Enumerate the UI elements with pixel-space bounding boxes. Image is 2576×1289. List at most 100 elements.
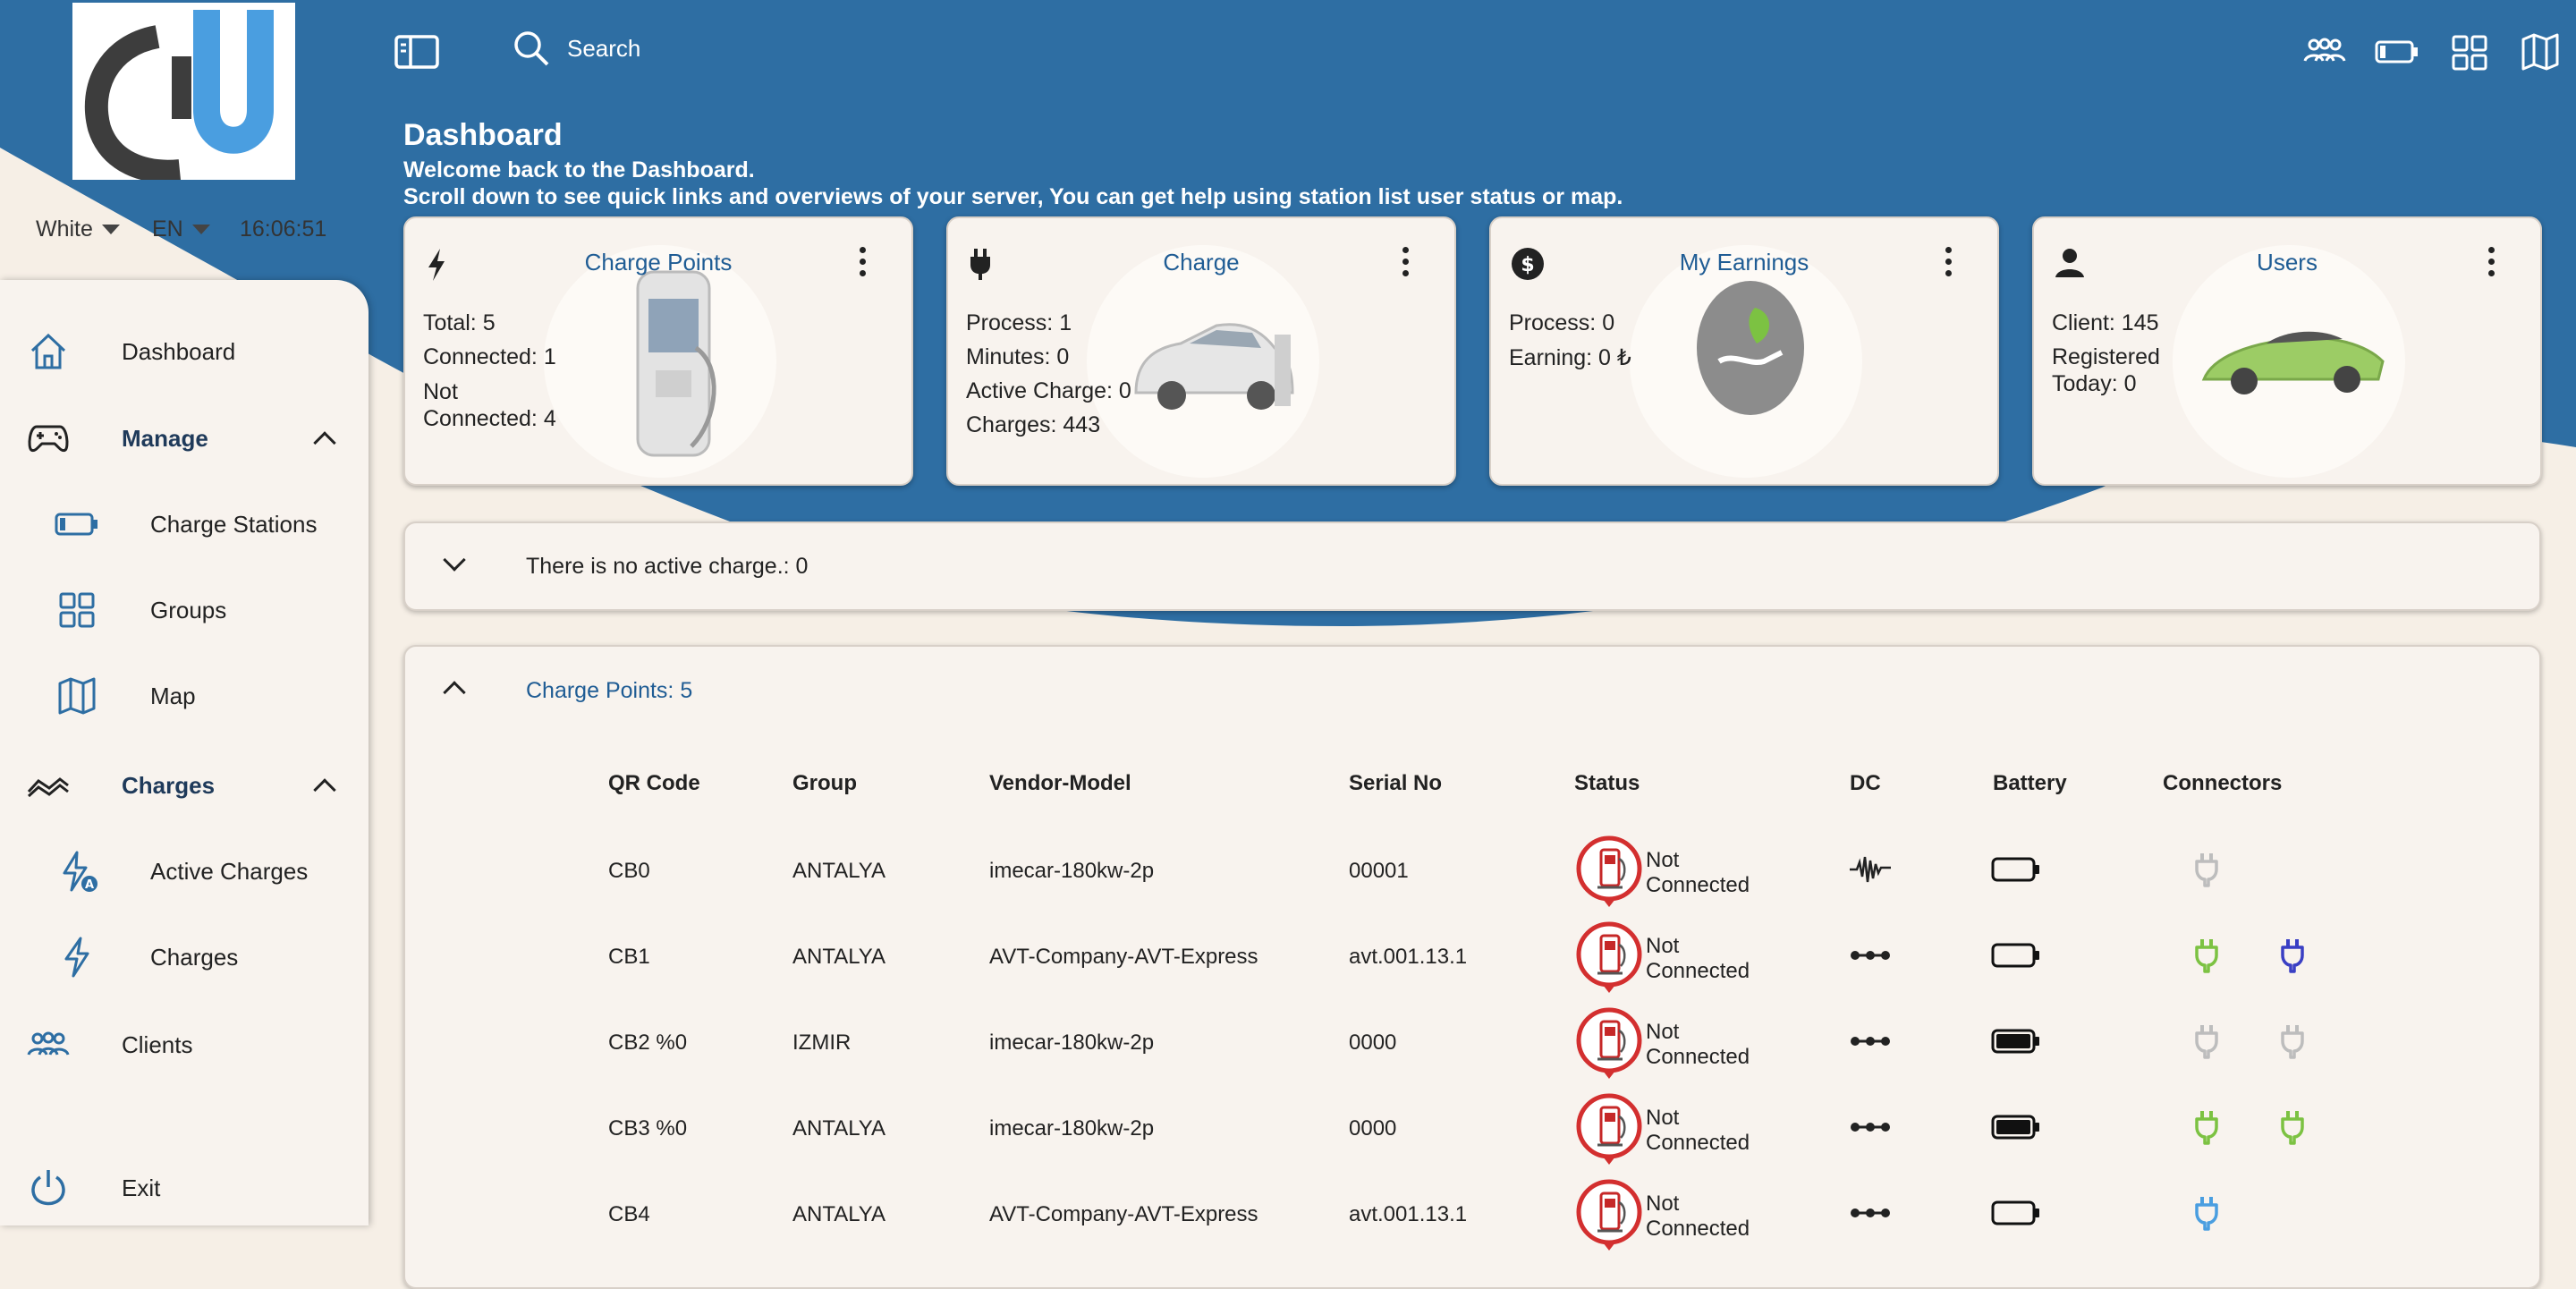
connector-plug-icon[interactable] xyxy=(2193,1109,2220,1149)
search-box[interactable]: Search xyxy=(512,29,640,68)
cell-serial: avt.001.13.1 xyxy=(1349,945,1468,969)
col-header-serial[interactable]: Serial No xyxy=(1349,771,1442,796)
sidebar-item-charge-stations[interactable]: Charge Stations xyxy=(0,497,369,551)
cell-qr: CB3 %0 xyxy=(608,1116,688,1141)
battery-icon xyxy=(54,501,100,547)
cell-group: ANTALYA xyxy=(792,1116,886,1141)
connector-plug-icon[interactable] xyxy=(2193,1195,2220,1235)
sidebar-item-clients[interactable]: Clients xyxy=(0,1018,369,1072)
card-line: Connected: 4 xyxy=(423,406,556,431)
more-vert-icon[interactable] xyxy=(1402,247,1410,282)
trend-icon xyxy=(25,762,72,809)
cell-group: ANTALYA xyxy=(792,859,886,883)
sidebar-item-groups[interactable]: Groups xyxy=(0,583,369,637)
cell-qr: CB1 xyxy=(608,945,650,969)
status-disconnected-icon xyxy=(1576,921,1646,999)
sidebar-item-label: Exit xyxy=(122,1174,161,1201)
more-vert-icon[interactable] xyxy=(1945,247,1953,282)
bolt-icon xyxy=(54,934,100,980)
card-charge-points[interactable]: Charge Points Total: 5 Connected: 1 Not … xyxy=(403,216,913,486)
col-header-dc[interactable]: DC xyxy=(1850,771,1881,796)
clock-text: 16:06:51 xyxy=(240,216,327,242)
battery-icon[interactable] xyxy=(2375,39,2419,69)
active-charge-panel[interactable]: There is no active charge.: 0 xyxy=(403,522,2541,611)
grid-icon[interactable] xyxy=(2451,34,2488,76)
search-label: Search xyxy=(567,34,641,62)
clients-icon xyxy=(25,1022,72,1068)
language-select[interactable]: EN xyxy=(152,216,210,242)
chevron-up-icon xyxy=(313,778,336,801)
status-text: Connected xyxy=(1646,1131,1750,1155)
status-text: Not xyxy=(1646,1191,1680,1216)
theme-select-value: White xyxy=(36,216,93,242)
connector-plug-icon[interactable] xyxy=(2279,937,2306,978)
sidebar-item-exit[interactable]: Exit xyxy=(0,1161,369,1215)
clients-icon[interactable] xyxy=(2303,36,2346,71)
language-select-value: EN xyxy=(152,216,183,242)
chevron-up-icon[interactable] xyxy=(443,681,466,704)
page-title: Dashboard xyxy=(403,118,563,152)
col-header-vendor[interactable]: Vendor-Model xyxy=(989,771,1131,796)
sports-car-illustration xyxy=(2201,331,2385,394)
battery-full-icon xyxy=(1991,1115,2041,1146)
col-header-connectors[interactable]: Connectors xyxy=(2163,771,2282,796)
card-my-earnings[interactable]: $ My Earnings Process: 0 Earning: 0 ₺ xyxy=(1489,216,1999,486)
status-text: Connected xyxy=(1646,1045,1750,1069)
gamepad-icon xyxy=(25,415,72,462)
status-text: Connected xyxy=(1646,1217,1750,1241)
cell-vendor: AVT-Company-AVT-Express xyxy=(989,945,1258,969)
status-text: Connected xyxy=(1646,959,1750,983)
card-title[interactable]: Charge Points xyxy=(405,249,911,276)
clock: 16:06:51 xyxy=(240,216,326,242)
cell-serial: 0000 xyxy=(1349,1030,1397,1055)
cell-serial: 0000 xyxy=(1349,1116,1397,1141)
connector-plug-icon[interactable] xyxy=(2279,1023,2306,1064)
sidebar-item-label: Active Charges xyxy=(150,857,309,885)
more-vert-icon[interactable] xyxy=(860,247,867,282)
sidebar-item-dashboard[interactable]: Dashboard xyxy=(0,325,369,378)
card-line: Earning: 0 ₺ xyxy=(1509,345,1631,370)
cell-vendor: imecar-180kw-2p xyxy=(989,1030,1155,1055)
more-vert-icon[interactable] xyxy=(2488,247,2496,282)
connector-plug-icon[interactable] xyxy=(2193,852,2220,892)
card-line: Today: 0 xyxy=(2052,371,2137,396)
card-title[interactable]: Users xyxy=(2034,249,2540,276)
status-disconnected-icon xyxy=(1576,835,1646,913)
map-icon[interactable] xyxy=(2521,32,2560,76)
card-line: Active Charge: 0 xyxy=(966,378,1131,403)
charge-points-label[interactable]: Charge Points: 5 xyxy=(526,678,692,704)
col-header-group[interactable]: Group xyxy=(792,771,857,796)
sidebar-item-charges[interactable]: Charges xyxy=(0,930,369,984)
page-subtitle-2: Scroll down to see quick links and overv… xyxy=(403,184,1623,209)
status-disconnected-icon xyxy=(1576,1179,1646,1257)
battery-empty-icon xyxy=(1991,1200,2041,1232)
card-title[interactable]: Charge xyxy=(948,249,1454,276)
card-title[interactable]: My Earnings xyxy=(1491,249,1997,276)
connector-plug-icon[interactable] xyxy=(2193,937,2220,978)
chevron-down-icon[interactable] xyxy=(443,548,466,572)
card-charge[interactable]: Charge Process: 1 Minutes: 0 Active Char… xyxy=(946,216,1456,486)
col-header-status[interactable]: Status xyxy=(1574,771,1640,796)
sidebar-group-charges[interactable]: Charges xyxy=(0,759,369,812)
connector-plug-icon[interactable] xyxy=(2279,1109,2306,1149)
card-line: Client: 145 xyxy=(2052,310,2159,335)
sidebar-item-active-charges[interactable]: A Active Charges xyxy=(0,844,369,898)
card-line: Process: 0 xyxy=(1509,310,1615,335)
battery-empty-icon xyxy=(1991,943,2041,974)
card-line: Process: 1 xyxy=(966,310,1072,335)
sidebar-toggle-icon[interactable] xyxy=(394,34,440,74)
card-line: Total: 5 xyxy=(423,310,496,335)
grid-icon xyxy=(54,587,100,633)
cell-group: ANTALYA xyxy=(792,945,886,969)
sidebar-group-manage[interactable]: Manage xyxy=(0,411,369,465)
active-charge-label: There is no active charge.: 0 xyxy=(526,554,809,579)
sidebar-item-map[interactable]: Map xyxy=(0,669,369,723)
theme-select[interactable]: White xyxy=(36,216,120,242)
status-disconnected-icon xyxy=(1576,1093,1646,1171)
connector-plug-icon[interactable] xyxy=(2193,1023,2220,1064)
page-subtitle-1: Welcome back to the Dashboard. xyxy=(403,157,755,182)
col-header-battery[interactable]: Battery xyxy=(1993,771,2067,796)
card-users[interactable]: Users Client: 145 Registered Today: 0 xyxy=(2032,216,2542,486)
col-header-qr[interactable]: QR Code xyxy=(608,771,700,796)
card-line: Registered xyxy=(2052,344,2160,369)
